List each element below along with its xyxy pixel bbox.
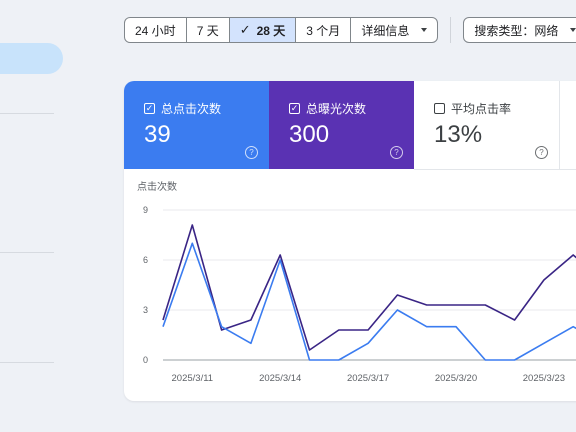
y-tick-label: 0	[143, 355, 148, 365]
metric-value: 13%	[434, 121, 483, 148]
series-line-impressions	[162, 224, 576, 351]
help-icon[interactable]: ?	[245, 146, 258, 159]
help-icon[interactable]: ?	[390, 146, 403, 159]
performance-card: ✓ 总点击次数 39 ? ✓ 总曝光次数 300 ? 平均点击率 13% ? 点击次…	[124, 81, 576, 401]
y-tick-label: 9	[143, 205, 148, 215]
series-line-clicks	[162, 242, 576, 361]
x-tick-label: 2025/3/14	[259, 373, 301, 384]
check-icon: ✓	[239, 22, 251, 37]
range-3m-button[interactable]: 3 个月	[296, 18, 352, 42]
x-tick-label: 2025/3/23	[523, 373, 565, 384]
performance-chart: 点击次数 0 3 6 9 2025/3/11 2025/3/14 2025/3/17 2025/…	[124, 169, 576, 401]
metric-tabs: ✓ 总点击次数 39 ? ✓ 总曝光次数 300 ? 平均点击率 13% ?	[124, 81, 576, 170]
metric-tab-next[interactable]	[559, 81, 576, 170]
checkbox-unchecked-icon[interactable]	[434, 103, 445, 114]
search-type-dropdown[interactable]: 搜索类型：网络	[463, 17, 576, 43]
metric-average-ctr[interactable]: 平均点击率 13% ?	[414, 81, 559, 170]
range-7d-button[interactable]: 7 天	[187, 18, 230, 42]
date-range-selector: 24 小时 7 天 ✓ 28 天 3 个月 详细信息	[124, 17, 439, 43]
toolbar-divider	[450, 17, 452, 43]
y-tick-label: 3	[143, 305, 148, 315]
details-dropdown[interactable]: 详细信息	[351, 18, 437, 42]
y-tick-label: 6	[143, 255, 148, 265]
date-range-toolbar: 24 小时 7 天 ✓ 28 天 3 个月 详细信息 搜索类型：网络	[124, 17, 576, 43]
x-tick-label: 2025/3/17	[347, 373, 389, 384]
chevron-down-icon	[570, 28, 576, 32]
line-chart: 点击次数 0 3 6 9 2025/3/11 2025/3/14 2025/3/17 2025/…	[137, 180, 576, 384]
metric-total-clicks[interactable]: ✓ 总点击次数 39 ?	[124, 81, 269, 169]
metric-value: 39	[144, 121, 171, 148]
sidebar-divider	[0, 113, 54, 114]
metric-total-impressions[interactable]: ✓ 总曝光次数 300 ?	[269, 81, 414, 169]
x-tick-label: 2025/3/20	[435, 373, 477, 384]
sidebar-divider	[0, 252, 54, 253]
range-28d-button[interactable]: ✓ 28 天	[229, 18, 297, 42]
chevron-down-icon	[421, 28, 428, 32]
range-24h-button[interactable]: 24 小时	[125, 18, 187, 42]
x-tick-label: 2025/3/11	[172, 373, 214, 384]
checkbox-checked-icon[interactable]: ✓	[289, 103, 300, 114]
sidebar-divider	[0, 362, 54, 363]
sidebar-active-item[interactable]	[0, 43, 63, 74]
help-icon[interactable]: ?	[535, 146, 548, 159]
metric-value: 300	[289, 121, 330, 148]
y-axis-label: 点击次数	[137, 180, 177, 193]
checkbox-checked-icon[interactable]: ✓	[144, 103, 155, 114]
